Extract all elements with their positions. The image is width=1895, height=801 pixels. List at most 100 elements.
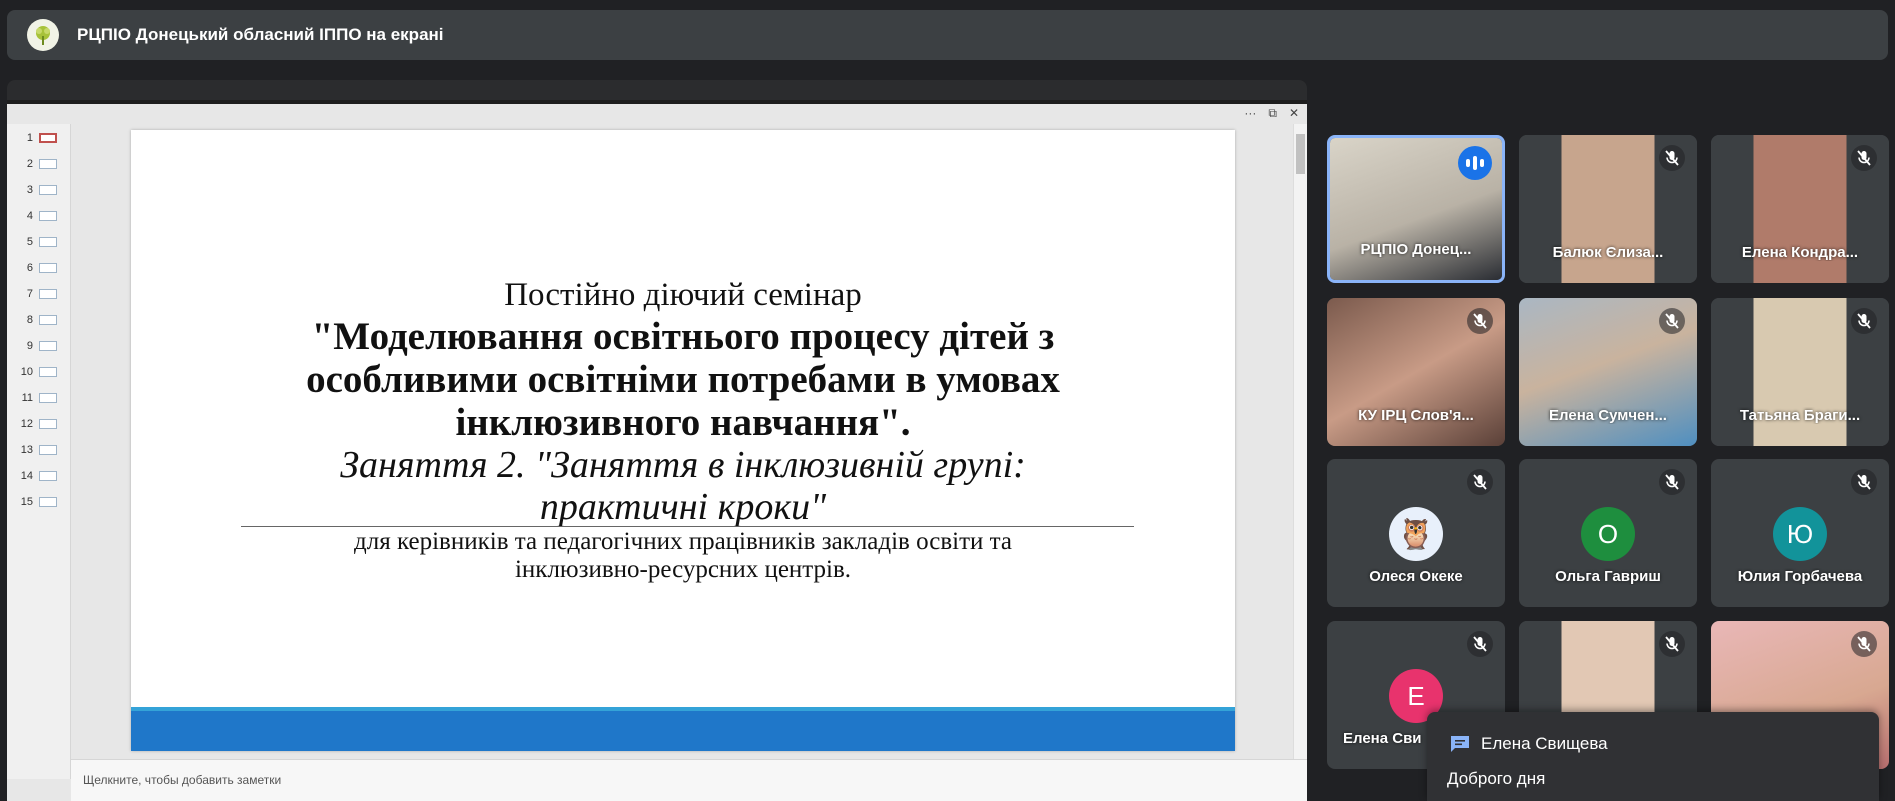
slide-thumb[interactable]: 7	[11, 282, 67, 306]
slide-mini	[39, 419, 57, 429]
session-line: практичні кроки"	[539, 486, 827, 528]
slide-mini	[39, 289, 57, 299]
more-icon[interactable]: ···	[1244, 106, 1256, 120]
speaking-indicator-icon	[1458, 146, 1492, 180]
slide-thumb[interactable]: 5	[11, 230, 67, 254]
slide-number: 15	[20, 496, 33, 508]
slide-number: 8	[26, 314, 33, 326]
mic-off-icon	[1659, 631, 1685, 657]
slide-thumb[interactable]: 12	[11, 412, 67, 436]
slide-number: 14	[20, 470, 33, 482]
slide-mini	[39, 315, 57, 325]
slide-content: Постійно діючий семінар "Моделювання осв…	[131, 275, 1235, 584]
slide-mini	[39, 367, 57, 377]
slide-thumb[interactable]: 3	[11, 178, 67, 202]
avatar: Ю	[1773, 507, 1827, 561]
slide-number: 1	[26, 132, 33, 144]
topic-line: особливими освітніми потребами в умовах	[306, 358, 1060, 401]
mic-off-icon	[1659, 145, 1685, 171]
slide-number: 4	[26, 210, 33, 222]
mic-off-icon	[1851, 308, 1877, 334]
session-line: Заняття 2. "Заняття в інклюзивній групі:	[340, 444, 1026, 486]
slide-thumb[interactable]: 13	[11, 438, 67, 462]
mic-off-icon	[1467, 469, 1493, 495]
participant-name: Ольга Гавриш	[1555, 568, 1661, 585]
slide-mini	[39, 185, 57, 195]
slide-number: 11	[21, 392, 33, 404]
slide-number: 10	[20, 366, 33, 378]
slide-number: 13	[20, 444, 33, 456]
mic-off-icon	[1851, 469, 1877, 495]
restore-icon[interactable]: ⧉	[1268, 106, 1277, 121]
current-slide: Постійно діючий семінар "Моделювання осв…	[131, 130, 1235, 751]
slide-mini	[39, 263, 57, 273]
close-icon[interactable]: ✕	[1289, 106, 1299, 120]
slide-mini	[39, 211, 57, 221]
slide-thumb[interactable]: 2	[11, 152, 67, 176]
slide-thumb[interactable]: 1	[11, 126, 67, 150]
mic-off-icon	[1659, 469, 1685, 495]
shared-screen-strip	[7, 80, 1307, 100]
mic-off-icon	[1851, 631, 1877, 657]
participant-tile[interactable]: Балюк Єлиза...	[1519, 135, 1697, 283]
slide-thumb[interactable]: 10	[11, 360, 67, 384]
audience-line: інклюзивно-ресурсних центрів.	[514, 556, 852, 583]
seminar-title: Постійно діючий семінар	[504, 277, 862, 313]
slide-thumb[interactable]: 14	[11, 464, 67, 488]
slide-number: 6	[26, 262, 33, 274]
mic-off-icon	[1467, 308, 1493, 334]
participant-tile[interactable]: 🦉 Олеся Океке	[1327, 459, 1505, 607]
presenter-label: РЦПІО Донецький обласний ІППО на екрані	[77, 25, 444, 44]
participant-name: Олеся Океке	[1369, 568, 1463, 585]
slide-mini	[39, 159, 57, 169]
participant-name: Елена Кондра...	[1741, 244, 1859, 261]
shared-screen: ··· ⧉ ✕ 1 2 3 4 5 6 7 8 9 10 11 12 13 14…	[7, 80, 1307, 801]
slide-mini	[39, 133, 57, 143]
chat-notification[interactable]: Елена Свищева Доброго дня	[1427, 712, 1879, 801]
slide-thumb[interactable]: 9	[11, 334, 67, 358]
participant-tile[interactable]: Елена Сумчен...	[1519, 298, 1697, 446]
slide-thumb[interactable]: 6	[11, 256, 67, 280]
presentation-window: ··· ⧉ ✕ 1 2 3 4 5 6 7 8 9 10 11 12 13 14…	[7, 104, 1307, 801]
participant-tile[interactable]: РЦПІО Донец...	[1327, 135, 1505, 283]
slide-mini	[39, 393, 57, 403]
participant-tile[interactable]: Елена Кондра...	[1711, 135, 1889, 283]
mic-off-icon	[1659, 308, 1685, 334]
slide-thumb[interactable]: 4	[11, 204, 67, 228]
owl-avatar-icon: 🦉	[1389, 507, 1443, 561]
slide-thumb[interactable]: 15	[11, 490, 67, 514]
slide-number: 5	[26, 236, 33, 248]
participant-name: Юлия Горбачева	[1737, 568, 1863, 585]
notes-area[interactable]: Щелкните, чтобы добавить заметки	[71, 759, 1307, 801]
slide-divider	[241, 526, 1134, 527]
slide-thumb[interactable]: 11	[11, 386, 67, 410]
participant-tile[interactable]: О Ольга Гавриш	[1519, 459, 1697, 607]
slide-thumb[interactable]: 8	[11, 308, 67, 332]
scrollbar-thumb[interactable]	[1296, 134, 1305, 174]
participant-tile[interactable]: КУ ІРЦ Слов'я...	[1327, 298, 1505, 446]
slide-mini	[39, 497, 57, 507]
vertical-scrollbar[interactable]	[1293, 124, 1307, 760]
participant-name: РЦПІО Донец...	[1360, 241, 1472, 258]
slide-number: 7	[26, 288, 33, 300]
presenter-logo	[27, 19, 59, 51]
participant-tile[interactable]: Татьяна Браги...	[1711, 298, 1889, 446]
chat-message: Доброго дня	[1447, 769, 1546, 788]
mic-off-icon	[1467, 631, 1493, 657]
slide-number: 2	[26, 158, 33, 170]
slide-mini	[39, 471, 57, 481]
slide-mini	[39, 237, 57, 247]
audience-line: для керівників та педагогічних працівник…	[354, 528, 1012, 555]
chat-sender: Елена Свищева	[1481, 734, 1608, 753]
slide-number: 3	[26, 184, 33, 196]
slide-mini	[39, 341, 57, 351]
topic-line: "Моделювання освітнього процесу дітей з	[311, 315, 1055, 358]
slide-number: 9	[26, 340, 33, 352]
participant-name: Балюк Єлиза...	[1552, 244, 1664, 261]
presentation-banner: РЦПІО Донецький обласний ІППО на екрані	[7, 10, 1888, 60]
slide-footer-bar	[131, 707, 1235, 751]
mic-off-icon	[1851, 145, 1877, 171]
participant-name: Татьяна Браги...	[1739, 407, 1861, 424]
participant-tile[interactable]: Ю Юлия Горбачева	[1711, 459, 1889, 607]
chat-icon	[1451, 736, 1469, 752]
